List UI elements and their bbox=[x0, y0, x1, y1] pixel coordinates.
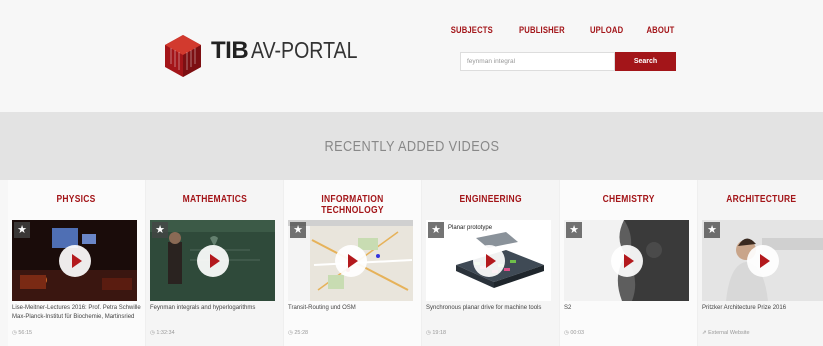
tib-logo-icon bbox=[165, 35, 201, 77]
recently-added-band: RECENTLY ADDED VIDEOS bbox=[0, 112, 823, 180]
nav-upload[interactable]: UPLOAD bbox=[590, 25, 623, 35]
category-information-technology: INFORMATION TECHNOLOGY ★ Transit-Routing… bbox=[284, 180, 422, 346]
video-title[interactable]: Transit-Routing und OSM bbox=[288, 304, 418, 313]
category-chemistry: CHEMISTRY ★ S2 ◷ 00:03 bbox=[560, 180, 698, 346]
site-header: TIB AV-PORTAL SUBJECTS PUBLISHER UPLOAD … bbox=[0, 0, 823, 112]
star-icon[interactable]: ★ bbox=[152, 222, 168, 238]
video-duration: ◷ 19:18 bbox=[426, 330, 447, 336]
video-title[interactable]: Feynman integrals and hyperlogarithms bbox=[150, 304, 280, 313]
category-architecture: ARCHITECTURE ★ Pritzker Architecture Pri… bbox=[698, 180, 823, 346]
video-title[interactable]: S2 bbox=[564, 304, 694, 313]
category-title[interactable]: INFORMATION TECHNOLOGY bbox=[284, 194, 421, 216]
category-mathematics: MATHEMATICS ★ Feynman integrals and hype… bbox=[146, 180, 284, 346]
diagram-label: Planar prototype bbox=[448, 225, 493, 231]
video-title[interactable]: Lise-Meitner-Lectures 2016: Prof. Petra … bbox=[12, 304, 142, 322]
site-logo[interactable]: TIB AV-PORTAL bbox=[163, 33, 376, 79]
category-title[interactable]: ENGINEERING bbox=[422, 194, 559, 205]
play-icon[interactable] bbox=[334, 244, 367, 277]
video-duration: ◷ 25:28 bbox=[288, 330, 309, 336]
search-button[interactable]: Search bbox=[615, 52, 676, 71]
video-thumbnail[interactable]: ★ bbox=[12, 220, 137, 301]
category-physics: PHYSICS ★ Lise-Meitner-Lectures 2016: Pr… bbox=[8, 180, 146, 346]
video-duration: ◷ 56:15 bbox=[12, 330, 33, 336]
search-input[interactable] bbox=[460, 52, 615, 71]
logo-text-av-portal: AV-PORTAL bbox=[251, 37, 358, 63]
category-title[interactable]: CHEMISTRY bbox=[560, 194, 697, 205]
video-title[interactable]: Synchronous planar drive for machine too… bbox=[426, 304, 556, 313]
video-thumbnail[interactable]: ★ bbox=[564, 220, 689, 301]
play-icon[interactable] bbox=[610, 244, 643, 277]
video-duration: ◷ 00:03 bbox=[564, 330, 585, 336]
star-icon[interactable]: ★ bbox=[290, 222, 306, 238]
video-duration: ◷ 1:32:34 bbox=[150, 330, 175, 336]
play-icon[interactable] bbox=[58, 244, 91, 277]
category-title[interactable]: ARCHITECTURE bbox=[698, 194, 823, 205]
play-icon[interactable] bbox=[472, 244, 505, 277]
category-title[interactable]: MATHEMATICS bbox=[146, 194, 283, 205]
external-website-link[interactable]: ⇗ External Website bbox=[702, 330, 750, 336]
nav-subjects[interactable]: SUBJECTS bbox=[451, 25, 493, 35]
logo-text-tib: TIB bbox=[211, 37, 249, 64]
star-icon[interactable]: ★ bbox=[704, 222, 720, 238]
top-navigation: SUBJECTS PUBLISHER UPLOAD ABOUT bbox=[447, 25, 677, 35]
star-icon[interactable]: ★ bbox=[566, 222, 582, 238]
video-thumbnail[interactable]: ★ bbox=[150, 220, 275, 301]
play-icon[interactable] bbox=[196, 244, 229, 277]
search-bar: Search bbox=[460, 52, 676, 71]
video-thumbnail[interactable]: Planar prototype ★ bbox=[426, 220, 551, 301]
category-title[interactable]: PHYSICS bbox=[8, 194, 145, 205]
star-icon[interactable]: ★ bbox=[14, 222, 30, 238]
video-thumbnail[interactable]: ★ bbox=[288, 220, 413, 301]
nav-about[interactable]: ABOUT bbox=[646, 25, 674, 35]
section-title: RECENTLY ADDED VIDEOS bbox=[324, 137, 499, 155]
category-row: PHYSICS ★ Lise-Meitner-Lectures 2016: Pr… bbox=[8, 180, 823, 346]
video-title[interactable]: Pritzker Architecture Prize 2016 bbox=[702, 304, 823, 313]
nav-publisher[interactable]: PUBLISHER bbox=[519, 25, 565, 35]
star-icon[interactable]: ★ bbox=[428, 222, 444, 238]
category-engineering: ENGINEERING Planar prototype ★ Synchrono… bbox=[422, 180, 560, 346]
video-thumbnail[interactable]: ★ bbox=[702, 220, 823, 301]
play-icon[interactable] bbox=[747, 244, 779, 277]
